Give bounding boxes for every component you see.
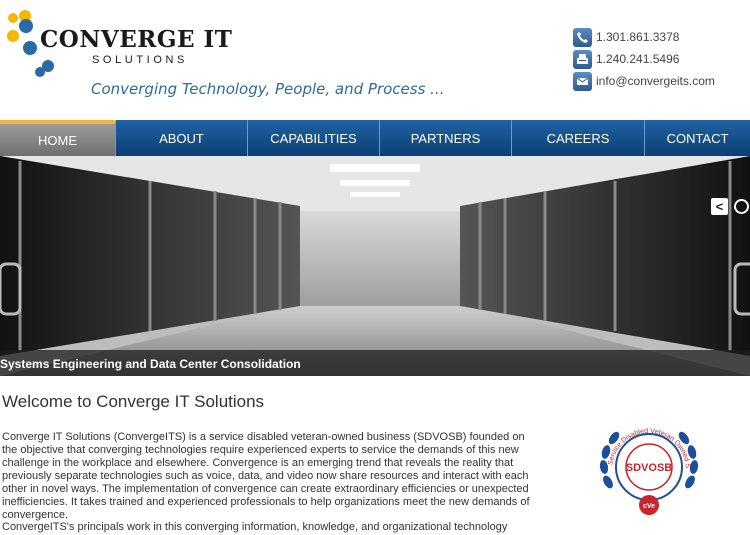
nav-capabilities[interactable]: CAPABILITIES xyxy=(248,120,380,156)
fax-icon xyxy=(573,49,592,69)
tagline: Converging Technology, People, and Proce… xyxy=(91,80,444,98)
phone-icon xyxy=(573,27,592,47)
slider-pager-dot[interactable] xyxy=(734,199,749,214)
nav-careers[interactable]: CAREERS xyxy=(512,120,645,156)
logo-subtitle: SOLUTIONS xyxy=(92,54,188,66)
contact-fax: 1.240.241.5496 xyxy=(573,49,679,69)
nav-partners[interactable]: PARTNERS xyxy=(380,120,512,156)
main-nav: HOME ABOUT CAPABILITIES PARTNERS CAREERS… xyxy=(0,120,750,156)
intro-paragraph: Converge IT Solutions (ConvergeITS) is a… xyxy=(2,431,530,521)
tagline-text: Converging Technology, People, and Proce… xyxy=(91,80,445,98)
nav-home[interactable]: HOME xyxy=(0,120,116,156)
fax-number: 1.240.241.5496 xyxy=(596,52,680,66)
contact-email: info@convergeits.com xyxy=(573,71,715,91)
logo-name[interactable]: CONVERGE IT xyxy=(40,26,232,53)
page-title: Welcome to Converge IT Solutions xyxy=(2,392,265,411)
email-icon xyxy=(573,71,592,91)
header: CONVERGE IT SOLUTIONS Converging Technol… xyxy=(0,0,750,120)
phone-number: 1.301.861.3378 xyxy=(596,30,680,44)
slider-prev-button[interactable]: < xyxy=(711,198,728,215)
principals-paragraph: ConvergeITS's principals work in this co… xyxy=(2,521,508,535)
hero-image xyxy=(0,156,750,376)
nav-about[interactable]: ABOUT xyxy=(116,120,248,156)
sdvosb-seal: Service Disabled Veteran Owned Small Bus… xyxy=(594,412,699,515)
seal-center-text: SDVOSB xyxy=(626,462,673,474)
email-link[interactable]: info@convergeits.com xyxy=(596,74,715,88)
hero-caption: Systems Engineering and Data Center Cons… xyxy=(0,357,301,371)
nav-contact[interactable]: CONTACT xyxy=(645,120,750,156)
contact-phone: 1.301.861.3378 xyxy=(573,27,679,47)
hero-banner: Systems Engineering and Data Center Cons… xyxy=(0,156,750,376)
seal-badge-text: cVe xyxy=(643,503,655,510)
